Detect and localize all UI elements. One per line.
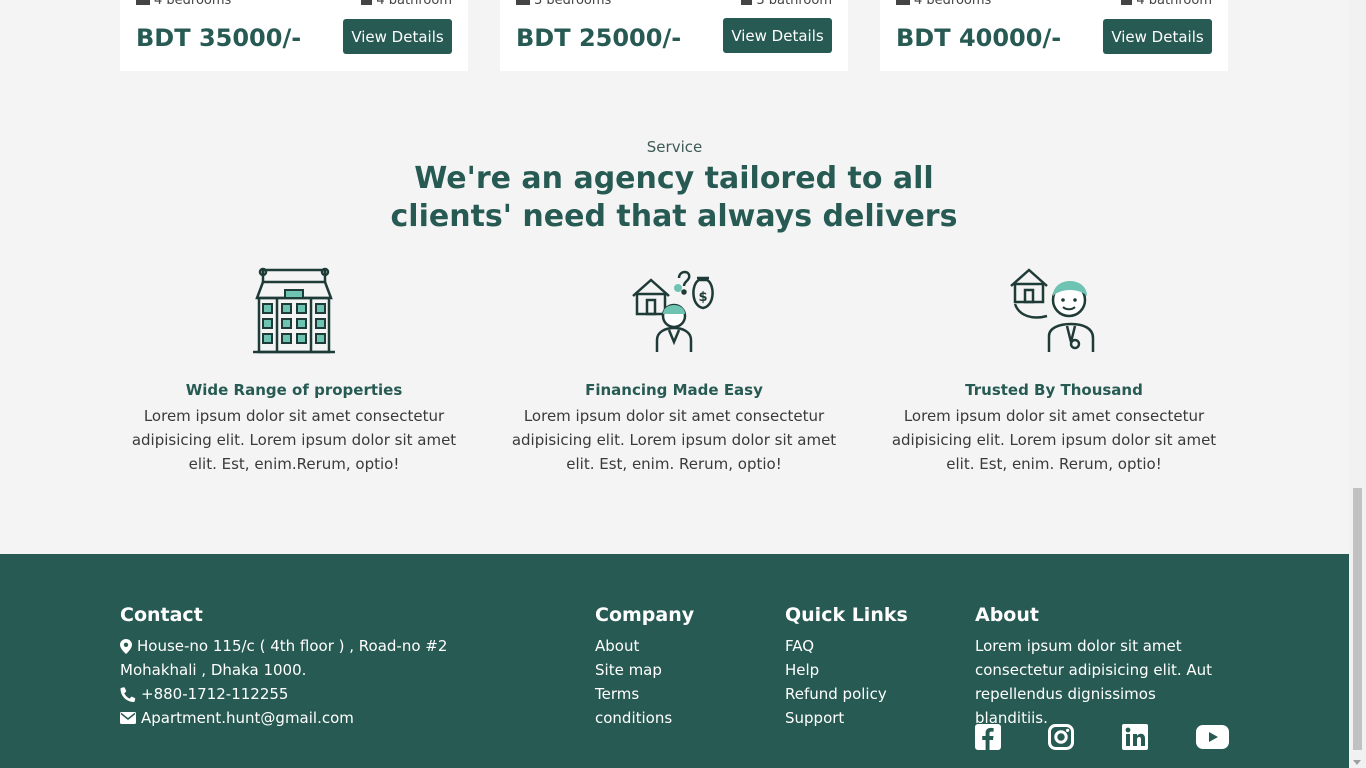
bedrooms-label: 4 bedrooms xyxy=(914,0,992,8)
footer-link-site-map[interactable]: Site map xyxy=(595,658,765,682)
footer-link-help[interactable]: Help xyxy=(785,658,955,682)
company-heading: Company xyxy=(595,604,695,626)
footer-link-support[interactable]: Support xyxy=(785,706,955,730)
bathrooms-label: 3 bathroom xyxy=(756,0,832,8)
email-line: Apartment.hunt@gmail.com xyxy=(120,706,540,730)
view-details-button[interactable]: View Details xyxy=(1103,19,1212,54)
map-marker-icon xyxy=(120,638,132,654)
bathrooms-info: 4 bathroom xyxy=(361,0,452,8)
building-icon xyxy=(253,267,335,354)
bedrooms-info: 4 bedrooms xyxy=(136,0,231,8)
contact-heading: Contact xyxy=(120,604,203,626)
scrollbar-thumb[interactable] xyxy=(1353,488,1362,750)
feature-title: Trusted By Thousand xyxy=(965,381,1143,399)
footer-contact: Contact House-no 115/c ( 4th floor ) , R… xyxy=(120,604,540,730)
financing-icon: $ xyxy=(632,270,714,352)
vertical-scrollbar[interactable] xyxy=(1349,0,1366,768)
price: BDT 25000/- xyxy=(516,24,682,52)
price: BDT 35000/- xyxy=(136,24,302,52)
email-text[interactable]: Apartment.hunt@gmail.com xyxy=(141,706,354,730)
feature-card: $ Financing Made Easy Lorem ipsum dolor … xyxy=(500,266,848,476)
bathrooms-info: 3 bathroom xyxy=(741,0,832,8)
bathrooms-label: 4 bathroom xyxy=(376,0,452,8)
property-card: 3 bedrooms 3 bathroom BDT 25000/- View D… xyxy=(500,0,848,71)
about-text: Lorem ipsum dolor sit amet consectetur a… xyxy=(975,637,1213,727)
view-details-button[interactable]: View Details xyxy=(723,18,832,53)
feature-text: Lorem ipsum dolor sit amet consectetur a… xyxy=(131,407,457,473)
section-label: Service xyxy=(646,138,703,156)
bath-icon xyxy=(361,0,373,5)
bedrooms-info: 3 bedrooms xyxy=(516,0,611,8)
bedrooms-label: 4 bedrooms xyxy=(154,0,232,8)
bedrooms-info: 4 bedrooms xyxy=(896,0,991,8)
feature-title: Financing Made Easy xyxy=(585,381,763,399)
phone-text[interactable]: +880-1712-112255 xyxy=(141,682,288,706)
price: BDT 40000/- xyxy=(896,24,1062,52)
footer-company: Company About Site map Terms conditions xyxy=(595,604,765,730)
bed-icon xyxy=(136,0,150,5)
social-links xyxy=(975,724,1229,750)
feature-title: Wide Range of properties xyxy=(185,381,403,399)
property-card: 4 bedrooms 4 bathroom BDT 35000/- View D… xyxy=(120,0,468,71)
page: 4 bedrooms 4 bathroom BDT 35000/- View D… xyxy=(0,0,1349,768)
phone-icon xyxy=(120,686,136,702)
bathrooms-label: 4 bathroom xyxy=(1136,0,1212,8)
youtube-icon[interactable] xyxy=(1196,725,1229,753)
linkedin-icon[interactable] xyxy=(1122,724,1148,754)
facebook-icon[interactable] xyxy=(975,724,1001,754)
feature-text: Lorem ipsum dolor sit amet consectetur a… xyxy=(891,407,1217,473)
footer-link-conditions[interactable]: conditions xyxy=(595,706,765,730)
about-heading: About xyxy=(975,604,1039,626)
feature-card: Trusted By Thousand Lorem ipsum dolor si… xyxy=(880,266,1228,476)
svg-text:$: $ xyxy=(698,290,707,305)
footer: Contact House-no 115/c ( 4th floor ) , R… xyxy=(0,554,1349,768)
scroll-down-arrow-icon[interactable] xyxy=(1353,760,1361,765)
bedrooms-label: 3 bedrooms xyxy=(534,0,612,8)
bed-icon xyxy=(516,0,530,5)
view-details-button[interactable]: View Details xyxy=(343,19,452,54)
bath-icon xyxy=(1121,0,1133,5)
feature-text: Lorem ipsum dolor sit amet consectetur a… xyxy=(511,407,837,473)
bed-icon xyxy=(896,0,910,5)
bath-icon xyxy=(741,0,753,5)
footer-link-faq[interactable]: FAQ xyxy=(785,634,955,658)
agent-house-icon xyxy=(1010,268,1095,352)
phone-line: +880-1712-112255 xyxy=(120,682,540,706)
section-title: We're an agency tailored to all clients'… xyxy=(390,161,958,234)
footer-link-terms[interactable]: Terms xyxy=(595,682,765,706)
address-text: House-no 115/c ( 4th floor ) , Road-no #… xyxy=(137,637,448,655)
footer-link-about[interactable]: About xyxy=(595,634,765,658)
address-line-2: Mohakhali , Dhaka 1000. xyxy=(120,661,307,679)
instagram-icon[interactable] xyxy=(1048,724,1074,754)
footer-about: About Lorem ipsum dolor sit amet consect… xyxy=(975,604,1231,730)
address-line: House-no 115/c ( 4th floor ) , Road-no #… xyxy=(120,634,540,658)
feature-card: Wide Range of properties Lorem ipsum dol… xyxy=(120,266,468,476)
quick-links-heading: Quick Links xyxy=(785,604,908,626)
footer-quick-links: Quick Links FAQ Help Refund policy Suppo… xyxy=(785,604,955,730)
envelope-icon xyxy=(120,712,136,724)
bathrooms-info: 4 bathroom xyxy=(1121,0,1212,8)
footer-link-refund-policy[interactable]: Refund policy xyxy=(785,682,955,706)
property-card: 4 bedrooms 4 bathroom BDT 40000/- View D… xyxy=(880,0,1228,71)
